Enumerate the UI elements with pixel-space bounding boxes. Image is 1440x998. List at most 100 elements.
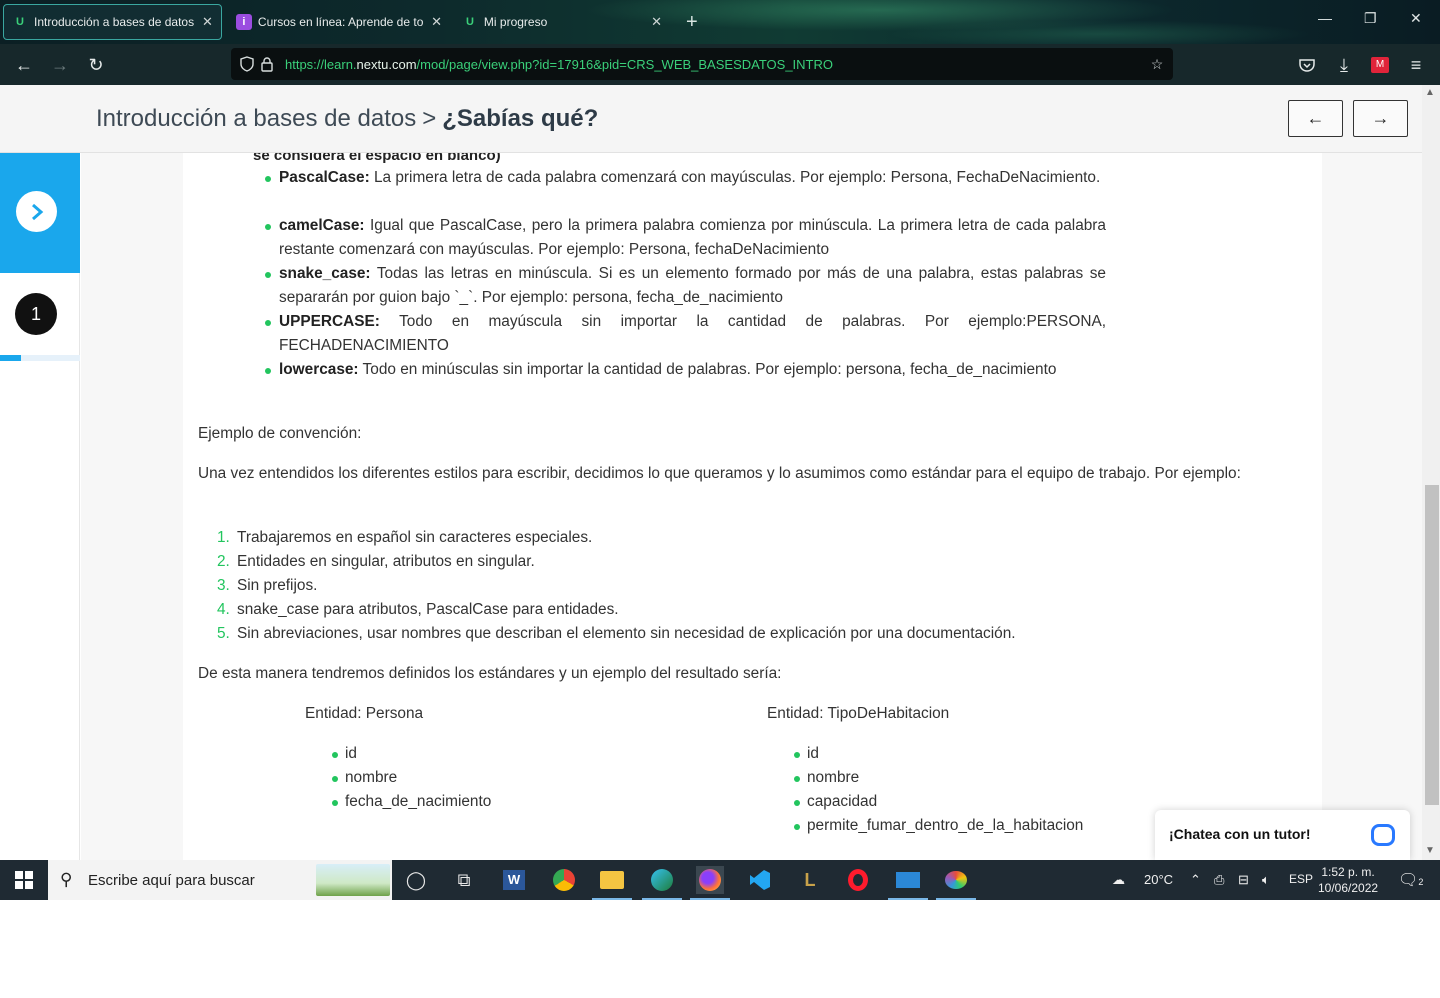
star-icon[interactable]: ☆: [1147, 54, 1167, 74]
chrome-icon[interactable]: [550, 866, 578, 894]
pin-icon: i: [236, 14, 252, 30]
network-icon[interactable]: ⊟: [1238, 872, 1249, 888]
next-button[interactable]: →: [1353, 100, 1408, 137]
u-logo-icon: U: [16, 16, 24, 28]
rule-text: snake_case para atributos, PascalCase pa…: [237, 601, 619, 618]
list-item: PascalCase: La primera letra de cada pal…: [265, 166, 1106, 190]
style-desc: Todo en mayúscula sin importar la cantid…: [279, 313, 1106, 354]
vscode-icon[interactable]: [746, 866, 774, 894]
notifications-icon[interactable]: 🗨︎2: [1398, 870, 1423, 890]
temperature-text[interactable]: 20°C: [1144, 872, 1173, 887]
step-number-badge[interactable]: 1: [15, 293, 57, 335]
opera-icon[interactable]: [844, 866, 872, 894]
extension-icon[interactable]: M: [1368, 53, 1392, 77]
windows-taskbar: ⚲ Escribe aquí para buscar ◯ ⧉ W L ☁ 20°…: [0, 860, 1440, 900]
cortana-icon[interactable]: ◯: [402, 866, 430, 894]
url-path: /mod/page/view.php?id=17916&pid=CRS_WEB_…: [416, 56, 833, 72]
shield-icon[interactable]: [237, 54, 257, 74]
address-bar[interactable]: https://learn.nextu.com/mod/page/view.ph…: [231, 48, 1173, 80]
search-icon: ⚲: [60, 870, 73, 889]
download-icon[interactable]: ⤓: [1332, 53, 1356, 77]
language-indicator[interactable]: ESP: [1289, 872, 1313, 886]
clipped-text: se considera el espacio en blanco): [253, 153, 501, 164]
scroll-up-icon[interactable]: ▲: [1425, 87, 1435, 98]
url-text[interactable]: https://learn.nextu.com/mod/page/view.ph…: [285, 57, 833, 72]
intro-paragraph: Una vez entendidos los diferentes estilo…: [198, 465, 1241, 482]
page-scrollbar[interactable]: ▲ ▼: [1422, 85, 1440, 860]
attribute-item: nombre: [793, 766, 859, 790]
attribute-item: nombre: [331, 766, 397, 790]
breadcrumb: Introducción a bases de datos > ¿Sabías qu…: [96, 105, 598, 133]
scroll-down-icon[interactable]: ▼: [1425, 845, 1435, 856]
scrollbar-thumb[interactable]: [1425, 485, 1439, 805]
clock[interactable]: 1:52 p. m. 10/06/2022: [1318, 864, 1378, 896]
restore-icon[interactable]: ❐: [1364, 10, 1377, 27]
paint-icon[interactable]: [936, 866, 976, 900]
tab-mi-progreso[interactable]: U Mi progreso ✕: [454, 4, 670, 40]
new-tab-icon[interactable]: +: [686, 10, 698, 34]
mail-icon[interactable]: [888, 866, 928, 900]
style-name: camelCase:: [279, 217, 365, 234]
close-window-icon[interactable]: ✕: [1410, 10, 1422, 27]
league-icon[interactable]: L: [796, 866, 824, 894]
list-item: 5. Sin abreviaciones, usar nombres que de…: [217, 622, 1016, 646]
u-logo-icon: U: [465, 16, 474, 28]
taskbar-search[interactable]: ⚲ Escribe aquí para buscar: [48, 860, 392, 900]
blank-area: [0, 900, 1440, 998]
rail-expand-panel[interactable]: [0, 153, 80, 273]
breadcrumb-course[interactable]: Introducción a bases de datos: [96, 105, 416, 132]
search-placeholder: Escribe aquí para buscar: [88, 872, 255, 889]
menu-icon[interactable]: ≡: [1404, 53, 1428, 77]
tab-label: Mi progreso: [483, 15, 548, 29]
list-number: 5.: [217, 625, 230, 642]
clock-time: 1:52 p. m.: [1321, 865, 1375, 879]
list-item: lowercase: Todo en minúsculas sin import…: [265, 358, 1106, 382]
tab-introduccion[interactable]: U Introducción a bases de datos: ¿ ✕: [3, 4, 222, 40]
previous-button[interactable]: ←: [1288, 100, 1343, 137]
arrow-left-icon: ←: [1306, 108, 1325, 128]
volume-icon[interactable]: 🔈︎: [1262, 872, 1270, 888]
windows-start-icon[interactable]: [0, 860, 48, 900]
word-icon[interactable]: W: [500, 866, 528, 894]
chat-icon[interactable]: [1371, 824, 1395, 846]
style-desc: Todo en minúsculas sin importar la canti…: [358, 361, 1057, 378]
chevron-up-icon[interactable]: ⌃: [1190, 872, 1201, 888]
notification-count: 2: [1418, 877, 1424, 887]
style-desc: Igual que PascalCase, pero la primera pa…: [279, 217, 1106, 258]
rule-text: Entidades en singular, atributos en sing…: [237, 553, 535, 570]
attribute-item: capacidad: [793, 790, 877, 814]
list-item: UPPERCASE: Todo en mayúscula sin importa…: [265, 310, 1106, 358]
lesson-progress-bar: [0, 355, 80, 361]
tab-cursos[interactable]: i Cursos en línea: Aprende de tod ✕: [228, 4, 450, 40]
back-icon[interactable]: ←: [12, 53, 36, 77]
page-title: ¿Sabías qué?: [442, 105, 599, 132]
list-item: snake_case: Todas las letras en minúscul…: [265, 262, 1106, 310]
list-number: 1.: [217, 529, 230, 546]
search-highlight-image: [316, 864, 390, 896]
pocket-icon[interactable]: [1295, 53, 1319, 77]
device-icon[interactable]: ⎙: [1214, 872, 1224, 888]
lock-icon[interactable]: [257, 54, 277, 74]
forward-icon[interactable]: →: [48, 53, 72, 77]
edge-icon[interactable]: [642, 866, 682, 900]
style-name: snake_case:: [279, 265, 371, 282]
weather-icon[interactable]: ☁: [1112, 872, 1125, 888]
clock-date: 10/06/2022: [1318, 881, 1379, 895]
url-prefix: https://learn.: [285, 56, 357, 72]
chat-widget[interactable]: ¡Chatea con un tutor!: [1155, 810, 1410, 860]
file-explorer-icon[interactable]: [592, 866, 632, 900]
close-icon[interactable]: ✕: [202, 14, 213, 30]
close-icon[interactable]: ✕: [651, 14, 662, 30]
reload-icon[interactable]: ↻: [84, 53, 108, 77]
firefox-icon[interactable]: [690, 866, 730, 900]
chevron-right-icon[interactable]: [16, 191, 57, 232]
minimize-icon[interactable]: —: [1318, 10, 1332, 26]
close-icon[interactable]: ✕: [431, 14, 442, 30]
arrow-right-icon: →: [1371, 108, 1390, 128]
example-heading: Ejemplo de convención:: [198, 425, 362, 442]
url-domain: nextu.com: [356, 56, 417, 72]
list-item: 4. snake_case para atributos, PascalCase …: [217, 598, 619, 622]
progress-fill: [0, 355, 21, 361]
task-view-icon[interactable]: ⧉: [450, 866, 478, 894]
list-number: 2.: [217, 553, 230, 570]
